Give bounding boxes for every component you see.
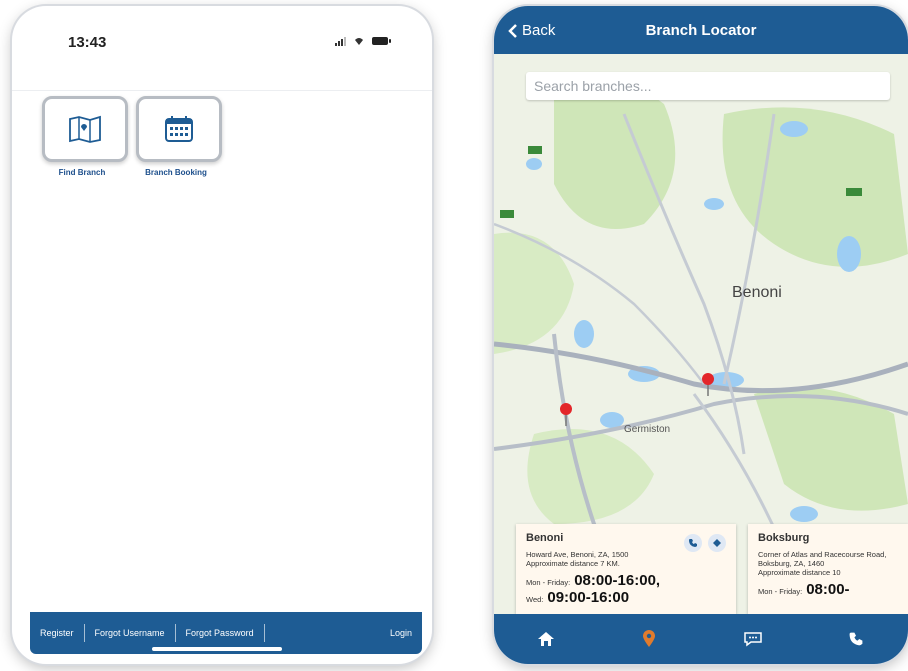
branch-hours: Mon - Friday: 08:00-16:00, xyxy=(526,572,726,589)
branch-address: Corner of Atlas and Racecourse Road, Bok… xyxy=(758,550,887,568)
map-city-label: Benoni xyxy=(732,284,782,301)
branch-distance: Approximate distance 10 xyxy=(758,568,841,577)
hours-value: 09:00-16:00 xyxy=(547,589,630,606)
card-actions xyxy=(684,534,726,552)
phone-icon xyxy=(689,539,697,547)
find-branch-label: Find Branch xyxy=(58,168,106,177)
map-city-label: Germiston xyxy=(624,424,670,435)
branch-booking-tile[interactable] xyxy=(136,96,222,162)
branch-card[interactable]: Benoni Howard Ave, Benoni, ZA, 1500 Appr… xyxy=(516,524,736,614)
header-divider xyxy=(12,90,432,91)
status-time: 13:43 xyxy=(68,34,107,51)
status-icons xyxy=(335,36,391,46)
tab-home[interactable] xyxy=(526,624,566,654)
search-input[interactable]: Search branches... xyxy=(526,72,890,100)
tab-locations[interactable] xyxy=(629,624,669,654)
lake xyxy=(704,198,724,210)
phone-branch-locator: Back Branch Locator Benoni Germiston Sea… xyxy=(494,6,908,664)
forgot-username-link[interactable]: Forgot Username xyxy=(85,624,176,642)
directions-button[interactable] xyxy=(708,534,726,552)
branch-hours: Wed: 09:00-16:00 xyxy=(526,589,726,606)
route-shield xyxy=(528,146,542,154)
location-pin-icon xyxy=(643,630,656,647)
nav-bar: Back Branch Locator xyxy=(494,6,908,54)
tab-chat[interactable] xyxy=(733,624,773,654)
status-bar: 13:43 xyxy=(12,6,432,76)
lake xyxy=(837,236,861,272)
hours-value: 08:00- xyxy=(806,581,850,598)
hours-value: 08:00-16:00, xyxy=(574,572,661,589)
directions-icon xyxy=(713,539,721,547)
lake xyxy=(600,412,624,428)
login-link[interactable]: Login xyxy=(380,624,422,642)
lake xyxy=(574,320,594,348)
signal-icon xyxy=(335,36,346,46)
route-shield xyxy=(846,188,862,196)
phone-icon xyxy=(849,632,863,646)
tab-call[interactable] xyxy=(836,624,876,654)
park-area xyxy=(554,77,676,229)
branch-hours: Mon - Friday: 08:00- xyxy=(758,581,898,598)
page-title: Branch Locator xyxy=(645,22,757,39)
route-shield xyxy=(500,210,514,218)
wifi-icon xyxy=(355,38,363,45)
battery-icon xyxy=(372,37,391,45)
register-link[interactable]: Register xyxy=(30,624,85,642)
forgot-password-link[interactable]: Forgot Password xyxy=(176,624,265,642)
phone-home-screen: 13:43 Find Branch Branch Booking Registe… xyxy=(12,6,432,664)
hours-label: Mon - Friday: xyxy=(758,587,803,596)
hours-label: Wed: xyxy=(526,595,544,604)
branch-card[interactable]: Boksburg Corner of Atlas and Racecourse … xyxy=(748,524,908,614)
lake xyxy=(780,121,808,137)
lake xyxy=(790,506,818,522)
hours-label: Mon - Friday: xyxy=(526,578,571,587)
branch-booking-label: Branch Booking xyxy=(145,168,207,177)
lake xyxy=(526,158,542,170)
find-branch-tile[interactable] xyxy=(42,96,128,162)
home-icon xyxy=(537,632,554,646)
chat-icon xyxy=(744,632,762,647)
tab-bar xyxy=(494,614,908,664)
map-icon xyxy=(69,115,101,143)
calendar-icon xyxy=(165,116,193,142)
branch-distance: Approximate distance 7 KM. xyxy=(526,559,620,568)
call-button[interactable] xyxy=(684,534,702,552)
home-indicator xyxy=(152,647,282,651)
branch-name: Boksburg xyxy=(758,532,810,544)
